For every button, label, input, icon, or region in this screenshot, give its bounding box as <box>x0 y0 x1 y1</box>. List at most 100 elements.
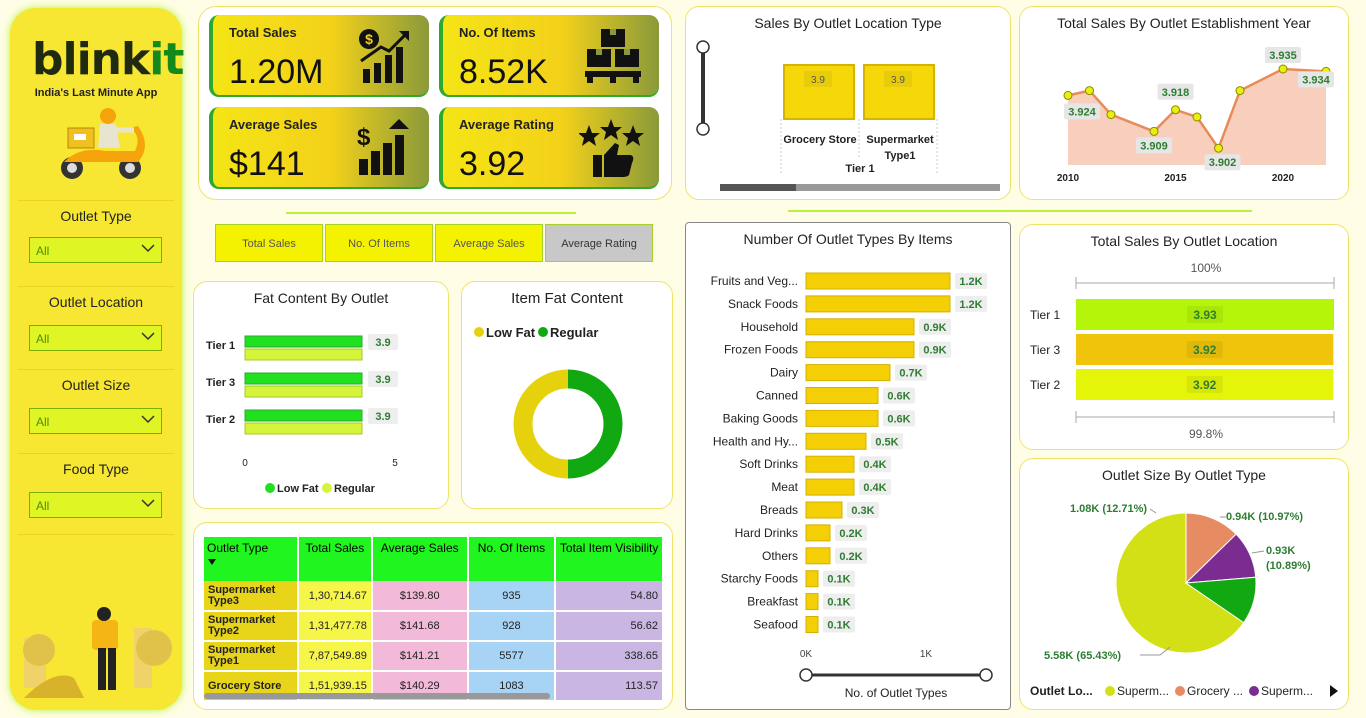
top-label: 100% <box>1191 261 1222 275</box>
metric-button-average-rating[interactable]: Average Rating <box>545 224 653 262</box>
divider <box>18 369 174 370</box>
data-label: 0.2K <box>839 528 862 540</box>
bar-low-fat <box>244 409 363 422</box>
bottom-label: 99.8% <box>1189 427 1223 441</box>
slice-label: (10.89%) <box>1266 560 1311 572</box>
category-label: Breakfast <box>747 595 798 609</box>
filter-label-outlet-type: Outlet Type <box>60 208 132 224</box>
category-label: Snack Foods <box>728 297 798 311</box>
legend-label: Regular <box>334 483 376 495</box>
filter-label-food-type: Food Type <box>63 461 129 477</box>
bar-low-fat <box>244 335 363 348</box>
table-cell: 56.62 <box>555 611 664 642</box>
scrollbar-thumb <box>720 184 796 191</box>
chart-location-type: 3.9 3.9 Grocery Store Supermarket Type1 Tier … <box>696 40 1000 191</box>
table-cell: $139.80 <box>371 581 469 612</box>
slice-label: 1.08K (12.71%) <box>1070 503 1147 515</box>
filter-label-outlet-location: Outlet Location <box>48 294 144 310</box>
table-cell: Supermarket Type2 <box>204 611 299 642</box>
chart-card-establishment-year: Total Sales By Outlet Establishment Year… <box>1019 6 1349 200</box>
data-point <box>1063 90 1073 100</box>
brand-name-b: it <box>149 34 184 85</box>
slice-label: 0.93K <box>1266 545 1295 557</box>
legend-label: Superm... <box>1261 684 1313 698</box>
data-label: 3.92 <box>1193 343 1217 357</box>
chevron-down-icon <box>141 415 155 424</box>
bar <box>805 295 951 313</box>
table-header[interactable]: Outlet Type <box>204 537 299 581</box>
bar <box>805 501 843 519</box>
leader-line <box>1149 508 1157 514</box>
table-header[interactable]: Average Sales <box>371 537 469 581</box>
data-point <box>1106 110 1116 120</box>
legend-marker <box>474 327 484 337</box>
table-cell: 1,31,477.78 <box>297 611 373 642</box>
legend-marker <box>1105 686 1115 696</box>
legend-title: Outlet Lo... <box>1030 684 1093 698</box>
kpi-no-of-items: No. Of Items 8.52K <box>439 15 659 97</box>
delivery-person-icon <box>23 607 172 698</box>
chart-fat-by-outlet: Tier 1 3.9 Tier 3 3.9 Tier 2 3.9 0 5 Low Fat Regu… <box>206 334 398 495</box>
bar <box>805 570 819 588</box>
table-cell: 7,87,549.89 <box>297 641 373 672</box>
data-label: 0.4K <box>863 482 886 494</box>
chart-item-fat: Low Fat Regular <box>474 325 623 479</box>
legend-marker <box>1249 686 1259 696</box>
data-label: 3.918 <box>1162 87 1190 99</box>
category-label: Meat <box>771 480 798 494</box>
slider-handle <box>979 668 993 682</box>
table-header[interactable]: Total Sales <box>297 537 373 581</box>
legend-marker <box>538 327 548 337</box>
data-label: 3.9 <box>891 75 905 86</box>
data-label: 3.902 <box>1209 157 1237 169</box>
bar <box>805 409 879 427</box>
data-label: 0.4K <box>863 459 886 471</box>
filter-value: All <box>36 244 50 258</box>
data-label: 0.3K <box>851 505 874 517</box>
data-label: 0.9K <box>923 345 946 357</box>
legend-marker <box>1175 686 1185 696</box>
category-label: Others <box>762 549 798 563</box>
filter-label-outlet-size: Outlet Size <box>61 377 131 393</box>
donut-slice <box>567 369 623 479</box>
table-row[interactable]: Supermarket Type1 7,87,549.89 $141.21 5577 3… <box>204 641 664 672</box>
chart-sales-by-location: 100% Tier 1 3.93 Tier 3 3.92 Tier 2 3.92 99.8% <box>1030 261 1335 441</box>
data-label: 1.2K <box>959 276 982 288</box>
data-label: 0.1K <box>827 574 850 586</box>
data-point <box>1278 64 1288 74</box>
x-tick-label: 5 <box>392 458 398 469</box>
filter-outlet-type[interactable]: All <box>29 237 162 263</box>
data-point <box>1171 105 1180 115</box>
horizontal-scrollbar[interactable] <box>204 693 550 699</box>
table-header[interactable]: Total Item Visibility <box>555 537 664 581</box>
metric-button-no-of-items[interactable]: No. Of Items <box>325 224 433 262</box>
kpi-average-sales: Average Sales $141 $ <box>209 107 429 189</box>
category-label: Supermarket <box>866 134 934 146</box>
chart-card-fat-by-outlet: Fat Content By Outlet Tier 1 3.9 Tier 3 3.9… <box>193 281 449 509</box>
table-cell: 928 <box>467 611 557 642</box>
legend-label: Regular <box>550 325 598 340</box>
delivery-scooter-icon <box>61 108 145 179</box>
divider <box>18 286 174 287</box>
data-label: 3.935 <box>1269 50 1297 62</box>
kpi-label: Average Sales <box>229 117 318 132</box>
category-label: Breads <box>760 503 798 517</box>
metric-button-average-sales[interactable]: Average Sales <box>435 224 543 262</box>
filter-food-type[interactable]: All <box>29 492 162 518</box>
bar <box>805 387 879 404</box>
chart-card-outlet-size: Outlet Size By Outlet Type 5.58K (65.43%… <box>1019 458 1349 710</box>
category-label: Grocery Store <box>783 134 856 146</box>
data-label: 0.6K <box>887 413 910 425</box>
bar <box>805 432 867 450</box>
bar <box>805 364 891 382</box>
kpi-value: 8.52K <box>459 53 548 91</box>
table-header[interactable]: No. Of Items <box>467 537 557 581</box>
sort-desc-icon <box>208 559 216 565</box>
filter-outlet-size[interactable]: All <box>29 408 162 434</box>
filter-outlet-location[interactable]: All <box>29 325 162 351</box>
table-cell: 5577 <box>467 641 557 672</box>
metric-button-total-sales[interactable]: Total Sales <box>215 224 323 262</box>
bar-regular <box>244 385 363 398</box>
table-row[interactable]: Supermarket Type3 1,30,714.67 $139.80 935 54… <box>204 581 664 612</box>
table-row[interactable]: Supermarket Type2 1,31,477.78 $141.68 928 56… <box>204 611 664 642</box>
